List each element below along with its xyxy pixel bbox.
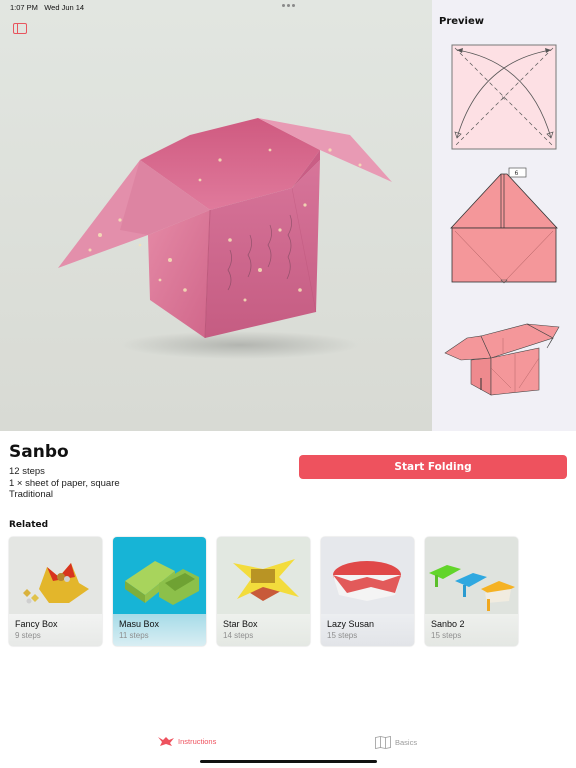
card-title: Fancy Box [15,619,58,629]
card-title: Star Box [223,619,258,629]
model-title: Sanbo [9,442,69,462]
masu-box-thumbnail [113,537,206,614]
more-dots-icon[interactable] [282,4,295,7]
tab-label: Basics [395,738,418,747]
tab-bar: Instructions Basics [0,736,576,756]
star-box-thumbnail [217,537,310,614]
home-indicator[interactable] [200,760,377,763]
crane-icon [158,737,174,746]
square-fold-diagram[interactable]: × [449,42,559,152]
model-steps: 12 steps [9,466,45,477]
date: Wed Jun 14 [44,3,85,12]
house-fold-diagram[interactable]: 6 [449,166,559,286]
model-material: 1 × sheet of paper, square [9,477,120,489]
related-heading: Related [9,520,49,530]
start-folding-button[interactable]: Start Folding [299,455,567,479]
card-steps: 11 steps [119,631,149,640]
model-author: Traditional [9,489,54,500]
related-list: Fancy Box 9 steps Masu Box 11 steps Star… [9,537,518,646]
sanbo-2-thumbnail [425,537,518,614]
card-title: Sanbo 2 [431,619,465,629]
card-title: Lazy Susan [327,619,375,629]
lazy-susan-thumbnail [321,537,414,614]
tab-basics[interactable]: Basics [375,736,417,749]
related-card-fancy-box[interactable]: Fancy Box 9 steps [9,537,102,646]
card-steps: 15 steps [431,631,462,640]
map-icon [375,736,391,749]
step-badge-text: 6 [515,170,519,177]
status-time: 1:07 PM Wed Jun 14 [10,3,84,12]
card-steps: 15 steps [327,631,358,640]
preview-title: Preview [439,16,485,27]
sanbo-box-photo [58,118,392,359]
tab-instructions[interactable]: Instructions [158,736,216,747]
card-steps: 14 steps [223,631,254,640]
model-meta: 12 steps 1 × sheet of paper, square Trad… [9,466,120,501]
hero-photo [0,0,432,431]
related-card-star-box[interactable]: Star Box 14 steps [217,537,310,646]
related-card-sanbo-2[interactable]: Sanbo 2 15 steps [425,537,518,646]
related-card-lazy-susan[interactable]: Lazy Susan 15 steps [321,537,414,646]
clock: 1:07 PM [10,3,38,12]
svg-text:×: × [501,95,506,102]
fancy-box-thumbnail [9,537,102,614]
related-card-masu-box[interactable]: Masu Box 11 steps [113,537,206,646]
card-title: Masu Box [119,619,160,629]
tab-label: Instructions [178,737,217,746]
card-steps: 9 steps [15,631,41,640]
box-fold-diagram[interactable] [443,318,569,400]
sidebar-toggle-icon[interactable] [13,23,27,34]
